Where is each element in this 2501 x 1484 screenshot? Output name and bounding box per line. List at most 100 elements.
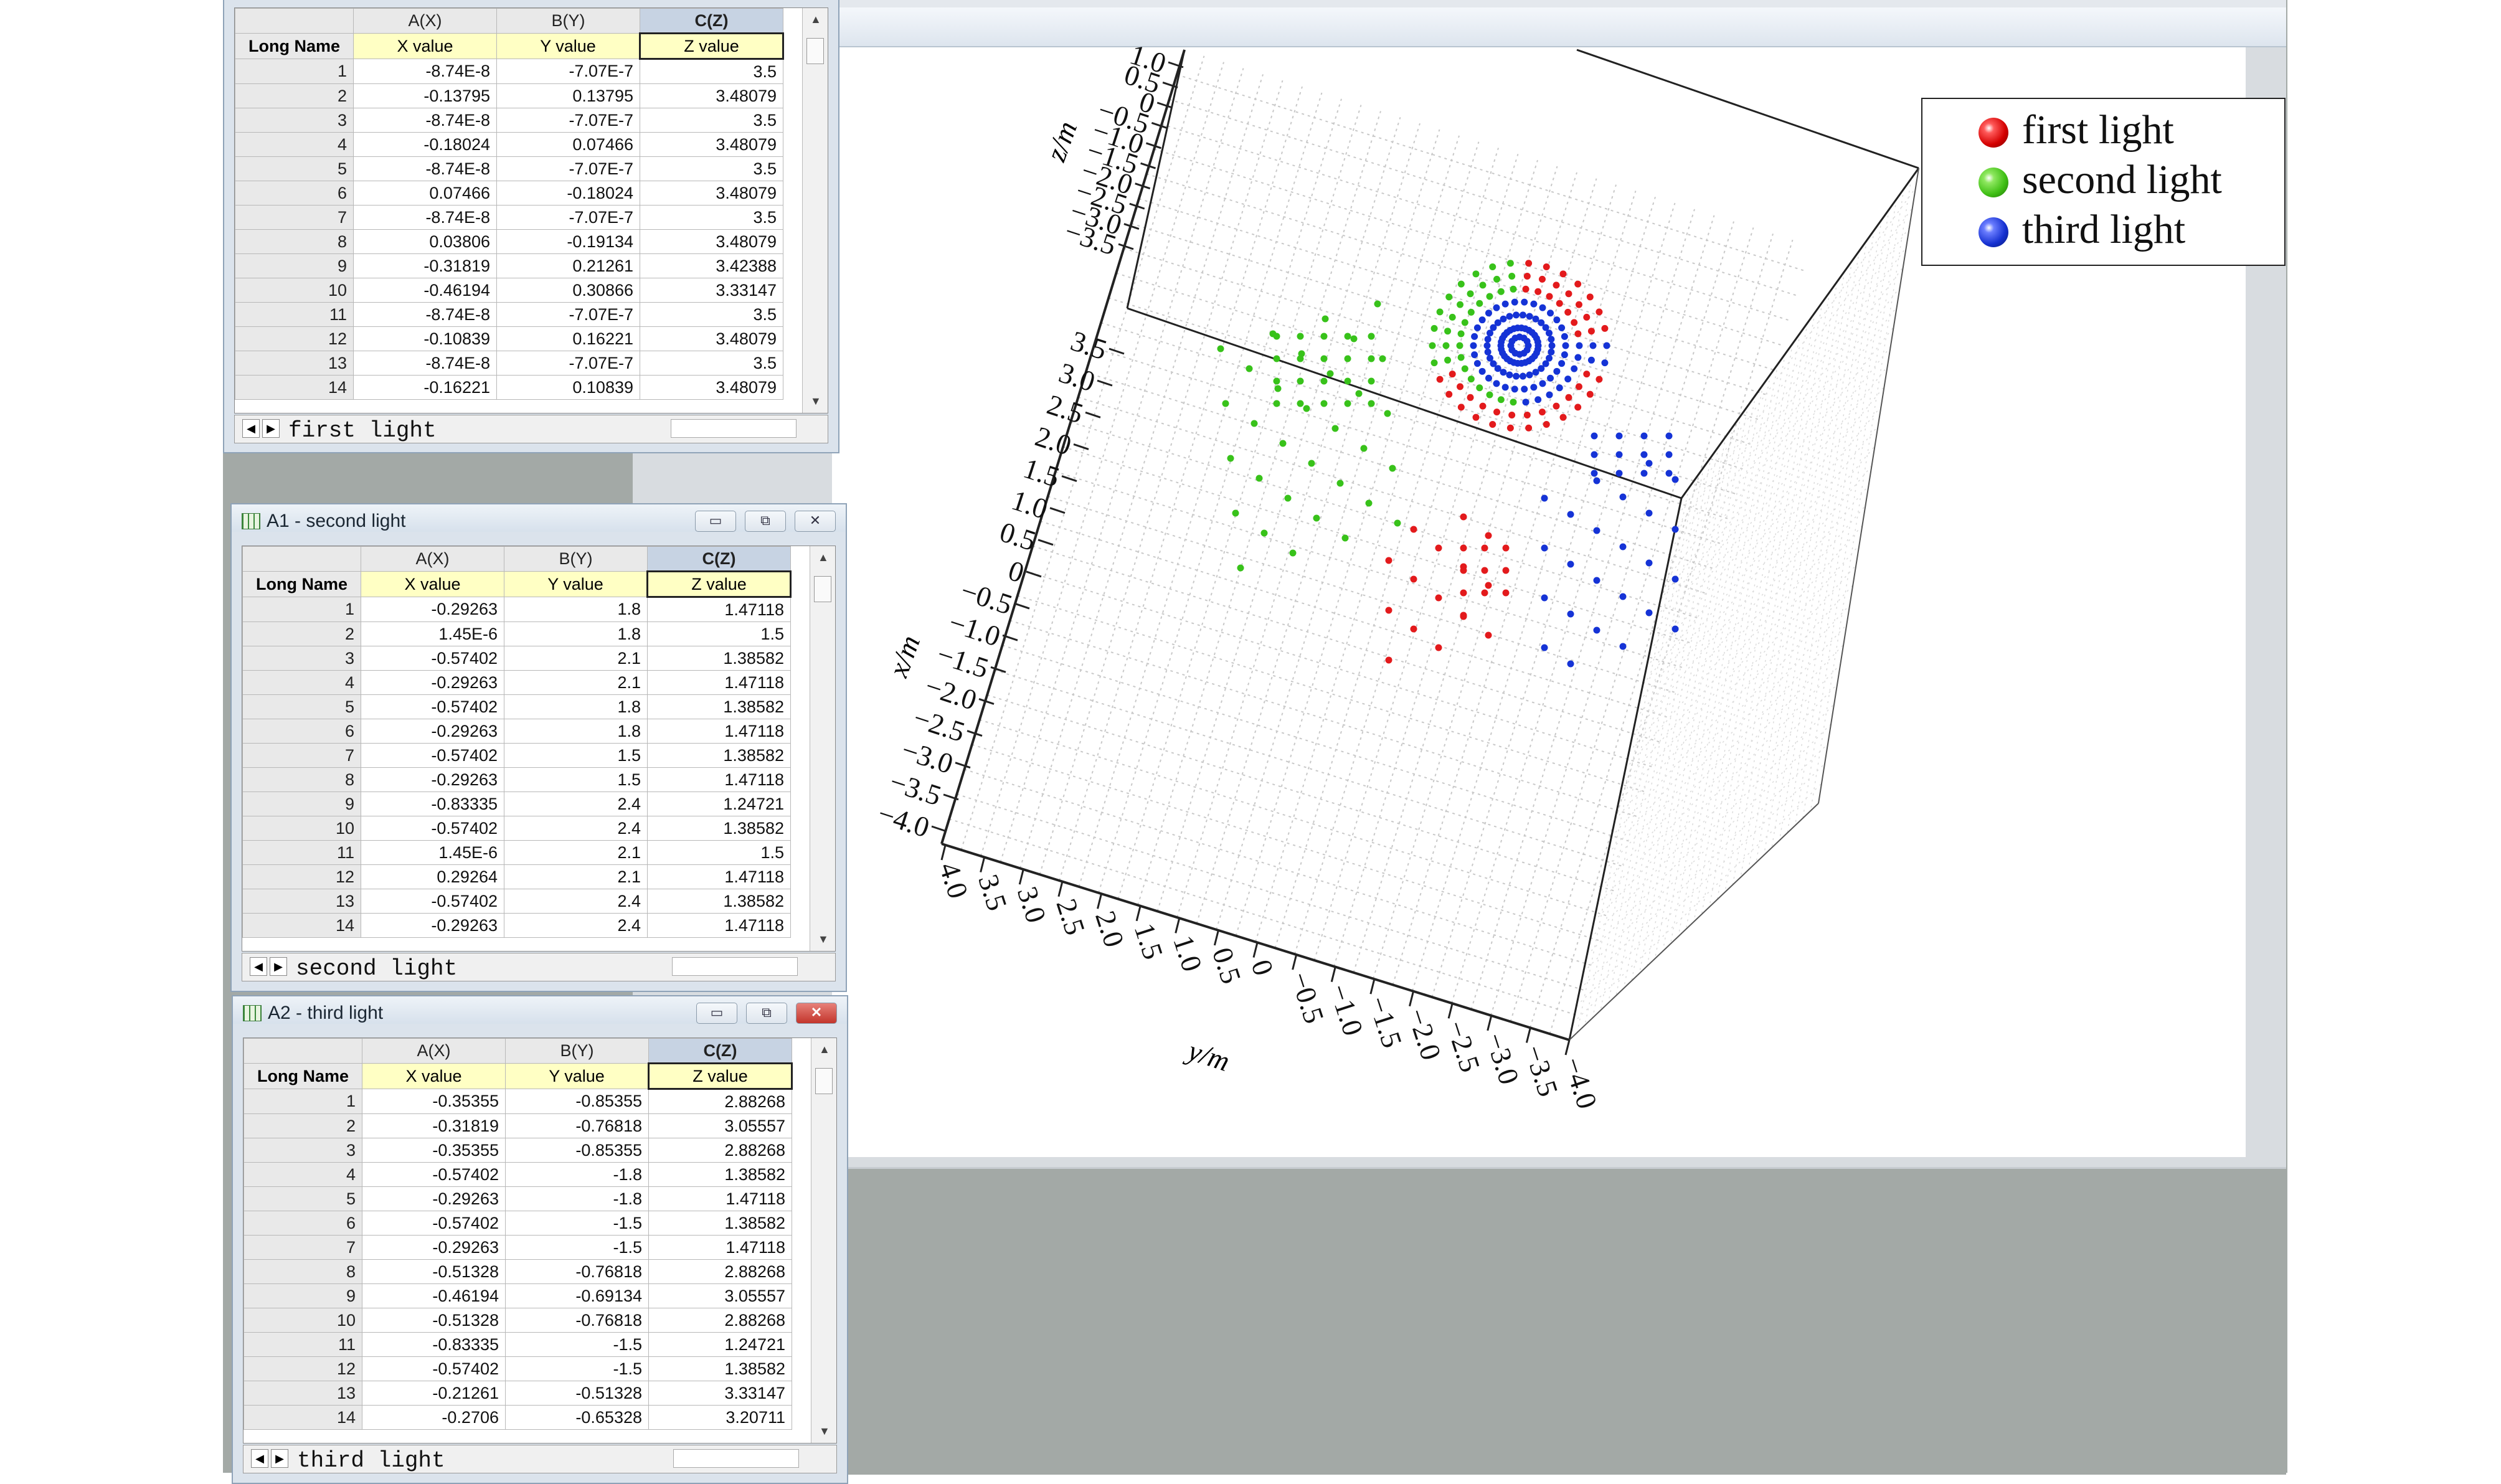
window-titlebar[interactable]: A1 - second light ▭ ⧉ ✕ <box>232 504 846 532</box>
row-number[interactable]: 11 <box>235 302 354 327</box>
long-name-row-header[interactable]: Long Name <box>235 33 354 59</box>
long-name-cell[interactable]: Y value <box>496 33 640 59</box>
row-number[interactable]: 13 <box>235 351 354 376</box>
row-number[interactable]: 1 <box>235 59 354 84</box>
row-number[interactable]: 2 <box>235 83 354 108</box>
table-row[interactable]: 1 -0.35355 -0.85355 2.88268 <box>243 1089 792 1114</box>
vertical-scrollbar[interactable]: ▲ ▼ <box>810 546 835 951</box>
column-header[interactable]: B(Y) <box>496 8 640 34</box>
column-header[interactable]: C(Z) <box>647 546 791 572</box>
data-cell[interactable]: 2.4 <box>504 913 648 938</box>
column-header[interactable]: A(X) <box>353 8 497 34</box>
long-name-row-header[interactable]: Long Name <box>242 571 361 597</box>
data-cell[interactable]: -0.31819 <box>353 253 497 278</box>
vertical-scrollbar[interactable]: ▲ ▼ <box>811 1038 836 1443</box>
table-row[interactable]: 4 -0.57402 -1.8 1.38582 <box>243 1162 792 1187</box>
data-cell[interactable]: 0.29264 <box>361 864 504 889</box>
row-number[interactable]: 3 <box>242 646 361 671</box>
row-number[interactable]: 4 <box>235 132 354 157</box>
data-cell[interactable]: 1.38582 <box>648 1211 792 1236</box>
data-cell[interactable]: -7.07E-7 <box>496 205 640 230</box>
data-cell[interactable]: -1.5 <box>505 1332 649 1357</box>
data-cell[interactable]: -0.76818 <box>505 1308 649 1333</box>
row-number[interactable]: 7 <box>243 1235 362 1260</box>
data-cell[interactable]: 3.48079 <box>640 375 783 400</box>
table-row[interactable]: 7 -8.74E-8 -7.07E-7 3.5 <box>235 205 783 230</box>
data-cell[interactable]: -0.83335 <box>362 1332 506 1357</box>
data-cell[interactable]: 0.10839 <box>496 375 640 400</box>
data-cell[interactable]: -0.57402 <box>361 889 504 914</box>
data-cell[interactable]: 1.47118 <box>647 767 791 792</box>
column-header[interactable]: A(X) <box>361 546 504 572</box>
data-cell[interactable]: 1.5 <box>504 767 648 792</box>
table-row[interactable]: 10 -0.46194 0.30866 3.33147 <box>235 278 783 303</box>
row-number[interactable]: 9 <box>242 792 361 816</box>
row-number[interactable]: 14 <box>243 1405 362 1430</box>
data-cell[interactable]: 3.5 <box>640 59 783 84</box>
worksheet-grid-third[interactable]: A(X) B(Y) C(Z) Long Name X value Y value Z val… <box>243 1037 837 1444</box>
data-cell[interactable]: 1.45E-6 <box>361 621 504 646</box>
data-cell[interactable]: -0.76818 <box>505 1113 649 1138</box>
data-cell[interactable]: -8.74E-8 <box>353 156 497 181</box>
minimize-button[interactable]: ▭ <box>696 1003 737 1024</box>
table-row[interactable]: 5 -0.57402 1.8 1.38582 <box>242 694 791 719</box>
data-cell[interactable]: -8.74E-8 <box>353 205 497 230</box>
data-cell[interactable]: -0.46194 <box>353 278 497 303</box>
table-row[interactable]: 11 -8.74E-8 -7.07E-7 3.5 <box>235 302 783 327</box>
data-cell[interactable]: 0.16221 <box>496 326 640 351</box>
data-cell[interactable]: -0.31819 <box>362 1113 506 1138</box>
data-cell[interactable]: -1.5 <box>505 1211 649 1236</box>
table-row[interactable]: 2 1.45E-6 1.8 1.5 <box>242 621 791 646</box>
row-number[interactable]: 12 <box>243 1356 362 1381</box>
long-name-cell[interactable]: X value <box>353 33 497 59</box>
tab-next-button[interactable]: ▶ <box>262 419 280 438</box>
row-number[interactable]: 1 <box>242 597 361 622</box>
table-row[interactable]: 8 -0.29263 1.5 1.47118 <box>242 767 791 792</box>
data-cell[interactable]: -7.07E-7 <box>496 302 640 327</box>
data-cell[interactable]: -0.10839 <box>353 326 497 351</box>
row-number[interactable]: 10 <box>243 1308 362 1333</box>
data-cell[interactable]: -0.46194 <box>362 1283 506 1308</box>
table-row[interactable]: 13 -0.57402 2.4 1.38582 <box>242 889 791 914</box>
long-name-cell[interactable]: X value <box>362 1063 506 1089</box>
data-cell[interactable]: 1.5 <box>647 621 791 646</box>
data-cell[interactable]: -0.57402 <box>361 646 504 671</box>
data-cell[interactable]: -0.35355 <box>362 1138 506 1163</box>
data-cell[interactable]: -0.16221 <box>353 375 497 400</box>
row-number[interactable]: 10 <box>242 816 361 841</box>
data-cell[interactable]: -0.29263 <box>362 1186 506 1211</box>
long-name-cell[interactable]: Z value <box>648 1062 793 1090</box>
row-number[interactable]: 5 <box>242 694 361 719</box>
horizontal-scrollbar[interactable] <box>672 957 798 976</box>
data-cell[interactable]: 3.48079 <box>640 229 783 254</box>
corner-cell[interactable] <box>242 546 361 572</box>
row-number[interactable]: 1 <box>243 1089 362 1114</box>
table-row[interactable]: 12 -0.57402 -1.5 1.38582 <box>243 1356 792 1381</box>
table-row[interactable]: 3 -8.74E-8 -7.07E-7 3.5 <box>235 108 783 133</box>
row-number[interactable]: 9 <box>243 1283 362 1308</box>
data-cell[interactable]: -7.07E-7 <box>496 108 640 133</box>
data-cell[interactable]: 2.88268 <box>648 1259 792 1284</box>
vertical-scrollbar[interactable]: ▲ ▼ <box>802 8 828 413</box>
data-cell[interactable]: 0.21261 <box>496 253 640 278</box>
row-number[interactable]: 12 <box>242 864 361 889</box>
row-number[interactable]: 11 <box>243 1332 362 1357</box>
tab-prev-button[interactable]: ◀ <box>251 1449 268 1468</box>
data-cell[interactable]: 3.33147 <box>648 1381 792 1406</box>
row-number[interactable]: 13 <box>242 889 361 914</box>
horizontal-scrollbar[interactable] <box>671 419 797 438</box>
row-number[interactable]: 10 <box>235 278 354 303</box>
worksheet-window-third-light[interactable]: A2 - third light ▭ ⧉ ✕ A(X) B(Y) C(Z) Long … <box>232 995 848 1484</box>
sheet-tab-first-light[interactable]: first light <box>288 418 437 443</box>
data-cell[interactable]: 1.47118 <box>647 913 791 938</box>
row-number[interactable]: 14 <box>242 913 361 938</box>
data-cell[interactable]: 0.07466 <box>496 132 640 157</box>
sheet-tab-second-light[interactable]: second light <box>296 956 457 981</box>
horizontal-scrollbar[interactable] <box>673 1449 799 1468</box>
row-number[interactable]: 3 <box>235 108 354 133</box>
data-cell[interactable]: -0.18024 <box>353 132 497 157</box>
row-number[interactable]: 13 <box>243 1381 362 1406</box>
data-cell[interactable]: -7.07E-7 <box>496 156 640 181</box>
table-row[interactable]: 6 -0.57402 -1.5 1.38582 <box>243 1211 792 1236</box>
table-row[interactable]: 6 0.07466 -0.18024 3.48079 <box>235 181 783 206</box>
